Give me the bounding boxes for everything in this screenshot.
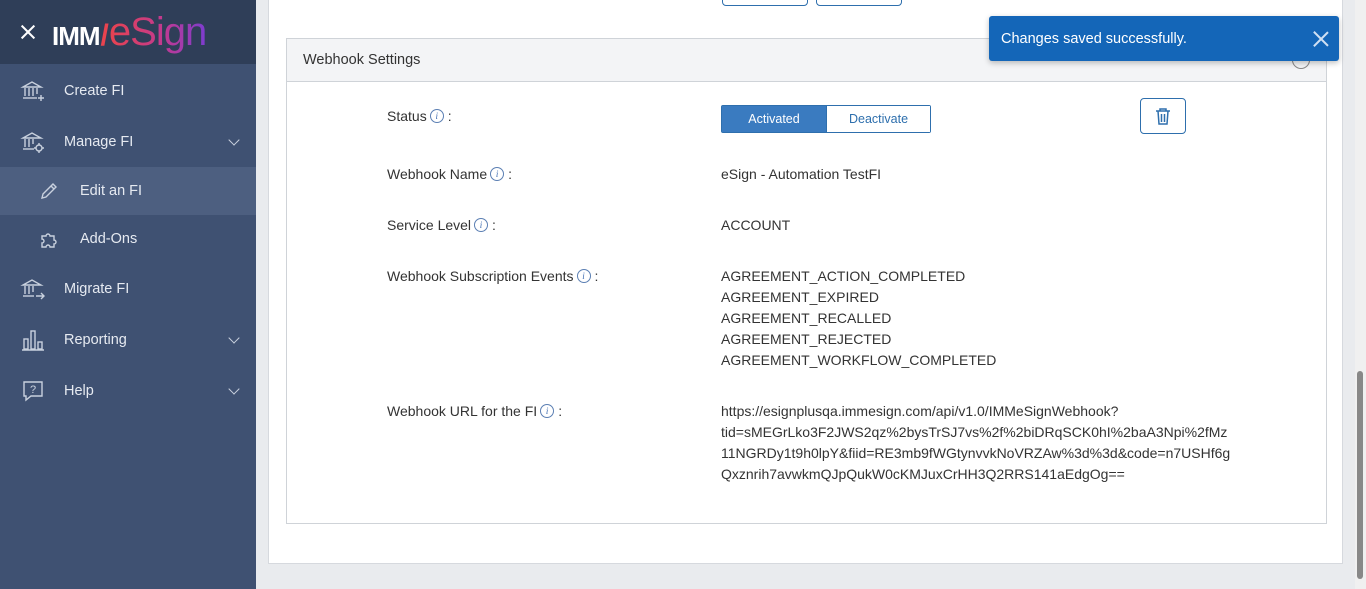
subscription-events-list: AGREEMENT_ACTION_COMPLETED AGREEMENT_EXP… — [721, 266, 996, 371]
bank-plus-icon — [20, 78, 46, 104]
chevron-down-icon — [228, 332, 240, 344]
status-toggle: Activated Deactivate — [721, 105, 931, 133]
top-buttons — [722, 0, 902, 6]
pencil-icon — [36, 178, 62, 204]
scrollbar[interactable] — [1355, 0, 1366, 589]
event-item: AGREEMENT_EXPIRED — [721, 289, 879, 305]
trash-icon — [1156, 108, 1170, 125]
subscription-events-label-text: Webhook Subscription Events — [387, 268, 574, 284]
info-icon[interactable]: i — [490, 167, 505, 181]
sidebar-item-migrate-fi[interactable]: Migrate FI — [0, 263, 256, 314]
webhook-settings-panel: Webhook Settings Status i : Activated De… — [286, 38, 1327, 524]
help-bubble-icon: ? — [20, 378, 46, 404]
webhook-name-label-text: Webhook Name — [387, 166, 488, 182]
sidebar-item-label: Help — [64, 382, 94, 399]
scrollbar-thumb[interactable] — [1357, 371, 1363, 579]
webhook-name-label: Webhook Name i : — [387, 166, 512, 182]
sidebar-item-label: Manage FI — [64, 133, 134, 150]
service-level-label-text: Service Level — [387, 217, 472, 233]
top-button-2[interactable] — [816, 0, 902, 6]
top-button-1[interactable] — [722, 0, 808, 6]
chevron-down-icon — [228, 134, 240, 146]
logo-slash: / — [100, 18, 109, 52]
status-label-text: Status — [387, 108, 427, 124]
webhook-name-value: eSign - Automation TestFI — [721, 166, 882, 182]
bank-arrow-icon — [20, 276, 46, 302]
subscription-events-label: Webhook Subscription Events i : — [387, 268, 598, 284]
webhook-url-label: Webhook URL for the FI i : — [387, 403, 562, 419]
sidebar-item-label: Create FI — [64, 82, 125, 99]
sidebar-item-reporting[interactable]: Reporting — [0, 314, 256, 365]
event-item: AGREEMENT_ACTION_COMPLETED — [721, 268, 966, 284]
info-icon[interactable]: i — [576, 269, 591, 283]
close-icon[interactable] — [18, 22, 38, 42]
event-item: AGREEMENT_REJECTED — [721, 331, 892, 347]
url-line: tid=sMEGrLko3F2JWS2qz%2bysTrSJ7vs%2f%2bi… — [721, 424, 1228, 440]
event-item: AGREEMENT_WORKFLOW_COMPLETED — [721, 352, 997, 368]
label-colon: : — [447, 108, 452, 124]
info-icon[interactable]: i — [429, 109, 444, 123]
sidebar-item-label: Reporting — [64, 331, 127, 348]
label-colon: : — [594, 268, 599, 284]
sidebar-item-manage-fi[interactable]: Manage FI — [0, 116, 256, 167]
sidebar-item-label: Edit an FI — [80, 183, 143, 199]
logo: IMM / eSign — [52, 9, 207, 55]
url-line: https://esignplusqa.immesign.com/api/v1.… — [721, 403, 1119, 419]
event-item: AGREEMENT_RECALLED — [721, 310, 892, 326]
activated-button[interactable]: Activated — [722, 106, 826, 132]
sidebar: IMM / eSign Create FI Manage FI Edit an FI… — [0, 0, 256, 589]
webhook-url-label-text: Webhook URL for the FI — [387, 403, 538, 419]
sidebar-item-create-fi[interactable]: Create FI — [0, 65, 256, 116]
deactivate-button[interactable]: Deactivate — [826, 106, 930, 132]
label-colon: : — [508, 166, 513, 182]
sidebar-item-label: Migrate FI — [64, 280, 130, 297]
close-icon[interactable] — [1312, 30, 1329, 47]
sidebar-item-help[interactable]: ? Help — [0, 365, 256, 416]
url-line: 11NGRDy1t9h0lpY&fiid=RE3mb9fWGtynvvkNoVR… — [721, 445, 1231, 461]
svg-text:?: ? — [30, 384, 36, 396]
info-icon[interactable]: i — [540, 404, 555, 418]
panel-title: Webhook Settings — [303, 52, 421, 68]
url-line: Qxznrih7avwkmQJpQukW0cKMJuxCrHH3Q2RRS141… — [721, 466, 1125, 482]
sidebar-header: IMM / eSign — [0, 0, 256, 64]
webhook-url-value: https://esignplusqa.immesign.com/api/v1.… — [721, 401, 1230, 485]
logo-imm-text: IMM — [52, 20, 101, 51]
label-colon: : — [492, 217, 496, 233]
service-level-value: ACCOUNT — [721, 217, 791, 233]
bank-gear-icon — [20, 129, 46, 155]
status-label: Status i : — [387, 108, 452, 124]
success-toast: Changes saved successfully. — [989, 16, 1339, 61]
sidebar-item-edit-fi[interactable]: Edit an FI — [0, 167, 256, 215]
bar-chart-icon — [20, 327, 46, 353]
label-colon: : — [558, 403, 563, 419]
info-icon[interactable]: i — [474, 218, 489, 232]
toast-message: Changes saved successfully. — [1001, 30, 1187, 47]
delete-webhook-button[interactable] — [1140, 98, 1186, 134]
sidebar-item-add-ons[interactable]: Add-Ons — [0, 215, 256, 263]
puzzle-icon — [36, 226, 62, 252]
service-level-label: Service Level i : — [387, 217, 496, 233]
main-card: Webhook Settings Status i : Activated De… — [268, 0, 1343, 564]
logo-esign-text: eSign — [108, 9, 207, 54]
sidebar-item-label: Add-Ons — [80, 231, 138, 247]
chevron-down-icon — [228, 383, 240, 395]
